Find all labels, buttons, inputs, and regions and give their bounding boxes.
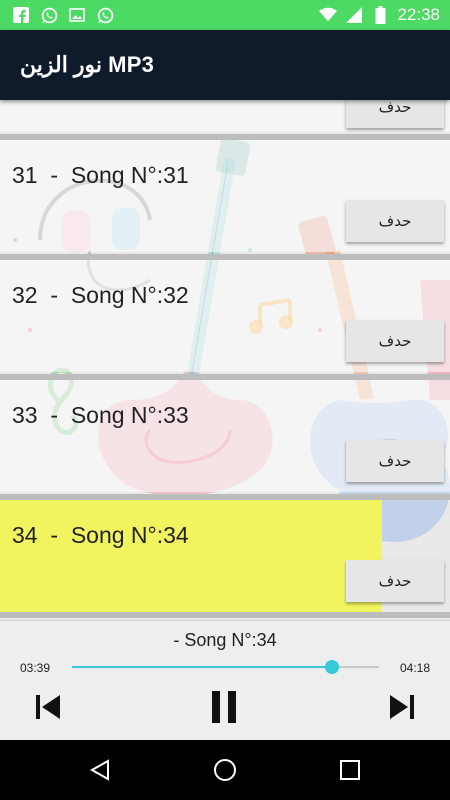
battery-icon <box>371 6 389 24</box>
home-icon <box>214 759 236 781</box>
pause-icon <box>212 691 236 723</box>
list-item[interactable]: 33 - Song N°:33 حدف <box>0 380 450 492</box>
skip-next-icon <box>390 695 414 719</box>
pause-button[interactable] <box>206 689 242 725</box>
facebook-icon <box>12 6 30 24</box>
app-title: نور الزين MP3 <box>20 52 155 77</box>
home-button[interactable] <box>211 756 239 784</box>
list-item[interactable]: حدف <box>0 100 450 132</box>
now-playing-title: - Song N°:34 <box>173 630 277 650</box>
whatsapp-icon <box>96 6 114 24</box>
divider <box>0 134 450 140</box>
skip-previous-icon <box>36 695 60 719</box>
song-title[interactable]: 32 - Song N°:32 <box>12 282 189 309</box>
delete-button[interactable]: حدف <box>346 440 444 482</box>
song-title[interactable]: 33 - Song N°:33 <box>12 402 189 429</box>
divider <box>0 612 450 618</box>
divider <box>0 254 450 260</box>
seek-bar-progress <box>72 666 333 668</box>
seek-bar-thumb[interactable] <box>325 660 340 674</box>
delete-button[interactable]: حدف <box>346 100 444 128</box>
current-time: 03:39 <box>20 661 51 675</box>
divider <box>0 494 450 500</box>
recents-icon <box>340 760 360 780</box>
whatsapp-icon <box>40 6 58 24</box>
song-title[interactable]: 31 - Song N°:31 <box>12 162 189 189</box>
delete-button[interactable]: حدف <box>346 560 444 602</box>
status-bar: 22:38 <box>0 0 450 30</box>
image-icon <box>68 6 86 24</box>
list-item-active[interactable]: 34 - Song N°:34 حدف <box>0 500 450 612</box>
song-title[interactable]: 34 - Song N°:34 <box>12 522 189 549</box>
divider <box>0 374 450 380</box>
clock: 22:38 <box>397 5 440 24</box>
signal-icon <box>345 6 363 24</box>
song-list[interactable]: حدف 31 - Song N°:31 حدف 32 - Song N°:32 … <box>0 100 450 620</box>
total-time: 04:18 <box>399 661 430 675</box>
active-highlight <box>0 500 382 612</box>
back-button[interactable] <box>86 756 114 784</box>
list-item[interactable]: 31 - Song N°:31 حدف <box>0 140 450 252</box>
recents-button[interactable] <box>336 756 364 784</box>
navigation-bar <box>0 740 450 800</box>
app-bar: نور الزين MP3 <box>0 30 450 100</box>
wifi-icon <box>319 6 338 24</box>
previous-button[interactable] <box>30 689 66 725</box>
media-player: - Song N°:34 03:39 04:18 <box>0 620 450 741</box>
next-button[interactable] <box>384 689 420 725</box>
delete-button[interactable]: حدف <box>346 320 444 362</box>
list-item[interactable]: 32 - Song N°:32 حدف <box>0 260 450 372</box>
back-icon <box>89 759 109 781</box>
seek-bar[interactable] <box>72 660 379 674</box>
delete-button[interactable]: حدف <box>346 200 444 242</box>
